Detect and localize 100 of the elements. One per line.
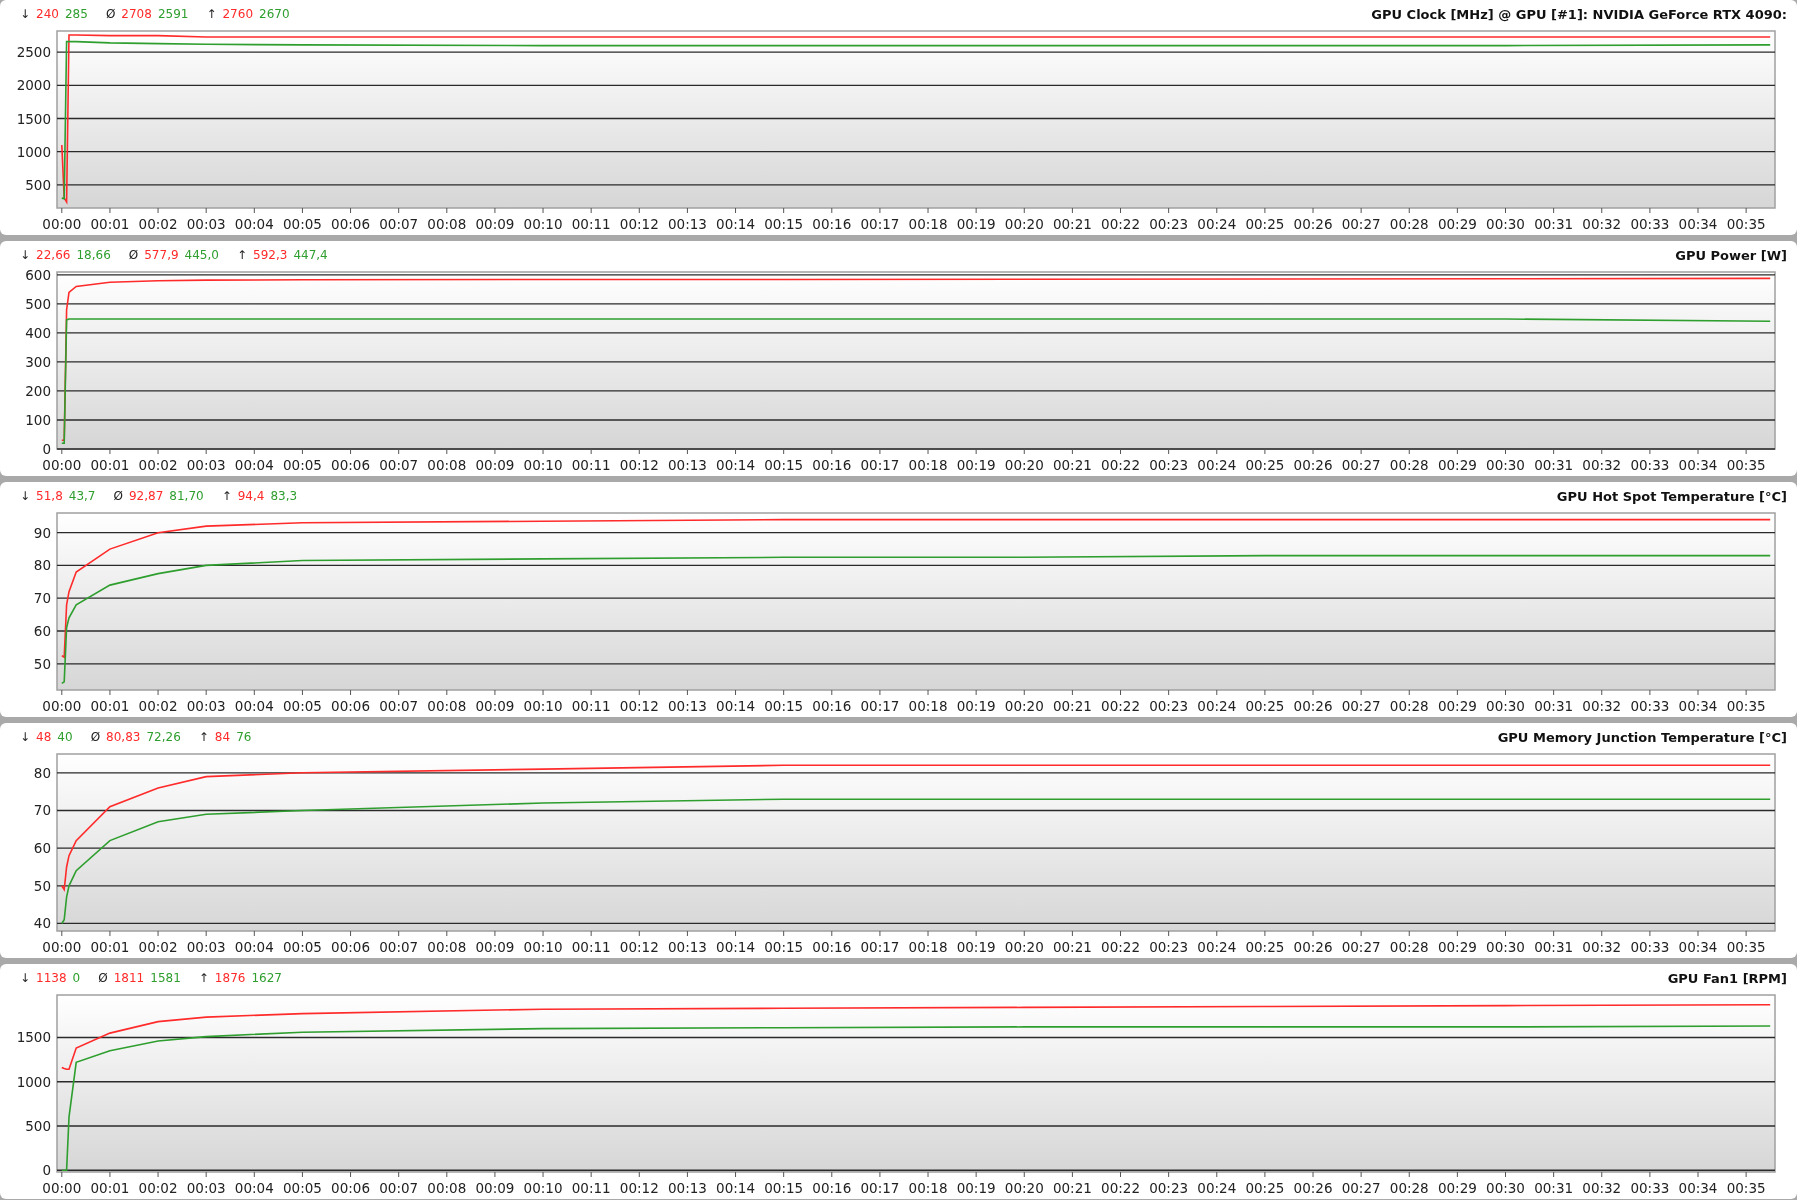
x-tick-label: 00:18 xyxy=(908,939,948,955)
x-tick-label: 00:16 xyxy=(812,1180,852,1196)
y-tick-label: 60 xyxy=(33,623,51,639)
x-tick-label: 00:21 xyxy=(1052,698,1092,714)
x-tick-label: 00:12 xyxy=(619,216,659,232)
x-tick-label: 00:15 xyxy=(764,216,804,232)
x-tick-label: 00:11 xyxy=(571,216,611,232)
stat-value: 0 xyxy=(72,971,81,985)
x-tick-label: 00:02 xyxy=(138,1180,178,1196)
x-tick-label: 00:29 xyxy=(1437,698,1477,714)
x-tick-label: 00:02 xyxy=(138,216,178,232)
x-tick-label: 00:32 xyxy=(1582,698,1622,714)
x-tick-label: 00:03 xyxy=(186,698,226,714)
x-tick-label: 00:12 xyxy=(619,1180,659,1196)
x-tick-label: 00:31 xyxy=(1534,939,1574,955)
x-tick-label: 00:19 xyxy=(956,216,996,232)
x-tick-label: 00:00 xyxy=(42,216,82,232)
stat-value: 18,66 xyxy=(76,248,111,262)
x-tick-label: 00:13 xyxy=(667,698,707,714)
x-tick-label: 00:04 xyxy=(234,216,274,232)
x-tick-label: 00:33 xyxy=(1630,457,1670,473)
x-tick-label: 00:35 xyxy=(1726,216,1766,232)
x-tick-label: 00:00 xyxy=(42,1180,82,1196)
x-tick-label: 00:28 xyxy=(1389,1180,1429,1196)
y-tick-label: 600 xyxy=(25,269,51,283)
x-tick-label: 00:11 xyxy=(571,457,611,473)
x-tick-label: 00:01 xyxy=(90,939,130,955)
stat-value: 2591 xyxy=(157,7,189,21)
stat-value: 51,8 xyxy=(36,489,63,503)
y-tick-label: 90 xyxy=(33,524,51,541)
x-tick-label: 00:05 xyxy=(283,457,322,473)
x-tick-label: 00:10 xyxy=(523,1180,563,1196)
x-tick-label: 00:23 xyxy=(1149,698,1189,714)
x-tick-label: 00:07 xyxy=(379,216,419,232)
stat-value: 80,83 xyxy=(106,730,141,744)
stat-symbol: ↓ xyxy=(20,489,31,503)
x-tick-label: 00:34 xyxy=(1678,939,1718,955)
stat-symbol: ↑ xyxy=(236,248,247,262)
stat-value: 72,26 xyxy=(146,730,181,744)
x-tick-label: 00:10 xyxy=(523,939,563,955)
x-tick-label: 00:17 xyxy=(860,457,900,473)
stat-value: 94,4 xyxy=(237,489,265,503)
x-tick-label: 00:05 xyxy=(283,939,322,955)
x-tick-label: 00:30 xyxy=(1486,457,1525,473)
stat-value: 285 xyxy=(64,7,88,21)
x-tick-label: 00:07 xyxy=(379,1180,419,1196)
stat-value: 240 xyxy=(36,7,59,21)
x-tick-label: 00:01 xyxy=(90,457,130,473)
x-tick-label: 00:29 xyxy=(1437,939,1477,955)
x-tick-label: 00:11 xyxy=(571,1180,611,1196)
y-tick-label: 70 xyxy=(33,590,51,607)
x-tick-label: 00:27 xyxy=(1341,216,1381,232)
x-tick-label: 00:17 xyxy=(860,939,900,955)
x-tick-label: 00:34 xyxy=(1678,457,1718,473)
x-tick-label: 00:12 xyxy=(619,939,659,955)
x-tick-label: 00:06 xyxy=(331,457,370,473)
stat-value: 92,87 xyxy=(128,489,164,503)
stat-symbol: ↓ xyxy=(20,248,31,262)
x-tick-label: 00:02 xyxy=(138,457,178,473)
x-tick-label: 00:13 xyxy=(667,1180,707,1196)
chart-title: GPU Clock [MHz] @ GPU [#1]: NVIDIA GeForce RTX 4090: xyxy=(1371,6,1787,22)
stat-value: 43,7 xyxy=(68,489,96,503)
x-tick-label: 00:22 xyxy=(1101,457,1140,473)
x-tick-label: 00:16 xyxy=(812,939,852,955)
x-tick-label: 00:18 xyxy=(908,216,948,232)
x-tick-label: 00:33 xyxy=(1630,698,1670,714)
y-tick-label: 300 xyxy=(25,353,51,370)
x-tick-label: 00:20 xyxy=(1004,457,1044,473)
stat-value: 1627 xyxy=(251,971,282,985)
x-tick-label: 00:09 xyxy=(475,216,515,232)
x-tick-label: 00:27 xyxy=(1341,939,1381,955)
x-tick-label: 00:30 xyxy=(1486,939,1525,955)
x-tick-label: 00:20 xyxy=(1004,698,1044,714)
x-tick-label: 00:24 xyxy=(1197,939,1237,955)
x-tick-label: 00:22 xyxy=(1101,1180,1140,1196)
stat-value: 445,0 xyxy=(184,248,219,262)
stat-symbol: ↑ xyxy=(206,7,217,21)
x-tick-label: 00:25 xyxy=(1245,1180,1285,1196)
y-tick-label: 60 xyxy=(33,840,51,857)
x-tick-label: 00:13 xyxy=(667,216,707,232)
y-tick-label: 2500 xyxy=(16,44,51,61)
x-tick-label: 00:23 xyxy=(1149,216,1189,232)
x-tick-label: 00:18 xyxy=(908,457,948,473)
stat-value: 83,3 xyxy=(270,489,298,503)
x-tick-label: 00:21 xyxy=(1052,216,1092,232)
x-tick-label: 00:25 xyxy=(1245,698,1285,714)
x-tick-label: 00:14 xyxy=(716,939,755,955)
x-tick-label: 00:32 xyxy=(1582,457,1622,473)
x-tick-label: 00:02 xyxy=(138,698,178,714)
x-tick-label: 00:03 xyxy=(186,1180,226,1196)
x-tick-label: 00:26 xyxy=(1293,1180,1333,1196)
stat-symbol: ↑ xyxy=(198,971,209,985)
stat-symbol: Ø xyxy=(113,489,123,503)
y-tick-label: 500 xyxy=(25,1118,51,1134)
y-tick-label: 2000 xyxy=(16,77,51,94)
x-tick-label: 00:33 xyxy=(1630,216,1670,232)
x-tick-label: 00:35 xyxy=(1726,1180,1766,1196)
stat-value: 76 xyxy=(236,730,252,744)
x-tick-label: 00:15 xyxy=(764,1180,804,1196)
stat-symbol: Ø xyxy=(105,7,116,21)
